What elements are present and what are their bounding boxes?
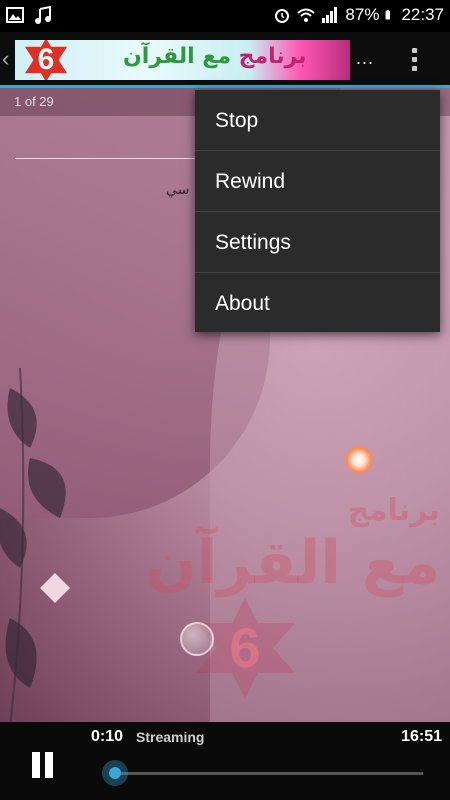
music-note-icon bbox=[35, 6, 51, 24]
image-icon bbox=[6, 7, 24, 23]
watermark-text: برنامج مع القرآن bbox=[40, 493, 440, 598]
more-vertical-icon[interactable] bbox=[402, 44, 426, 76]
menu-item-about[interactable]: About bbox=[195, 273, 440, 334]
banner-title-pink: برنامج bbox=[238, 44, 307, 69]
reciter-name: سي bbox=[166, 182, 190, 198]
wifi-icon bbox=[297, 8, 316, 22]
app-banner-logo[interactable]: 6 برنامج مع القرآن bbox=[15, 40, 350, 80]
status-left bbox=[6, 6, 52, 24]
seek-thumb[interactable] bbox=[102, 760, 128, 786]
battery-percent: 87% bbox=[345, 5, 380, 24]
seek-bar[interactable] bbox=[115, 772, 423, 775]
alarm-icon bbox=[275, 9, 290, 23]
divider bbox=[15, 158, 205, 159]
menu-item-settings[interactable]: Settings bbox=[195, 212, 440, 273]
stream-status: Streaming bbox=[136, 729, 205, 745]
watermark-line2: مع القرآن bbox=[145, 528, 440, 598]
clock: 22:37 bbox=[401, 5, 444, 24]
player-bar: 0:10 Streaming 16:51 bbox=[0, 722, 450, 800]
pause-icon[interactable] bbox=[30, 752, 56, 778]
bubble-decoration bbox=[180, 622, 214, 656]
banner-number: 6 bbox=[25, 40, 67, 80]
action-bar: ‹ 6 برنامج مع القرآن ... bbox=[0, 32, 450, 88]
chevron-left-icon[interactable]: ‹ bbox=[2, 46, 9, 72]
banner-title-green: مع القرآن bbox=[123, 44, 231, 69]
watermark-line1: برنامج bbox=[347, 493, 440, 528]
title-ellipsis: ... bbox=[356, 48, 375, 68]
sparkle-decoration bbox=[345, 446, 373, 474]
battery-icon bbox=[386, 10, 391, 20]
overflow-menu: Stop Rewind Settings About bbox=[195, 90, 440, 332]
current-time: 0:10 bbox=[91, 728, 124, 745]
menu-item-rewind[interactable]: Rewind bbox=[195, 151, 440, 212]
total-time: 16:51 bbox=[401, 728, 442, 745]
status-bar: 87% 22:37 bbox=[0, 0, 450, 32]
status-right: 87% 22:37 bbox=[273, 5, 444, 25]
banner-title: برنامج مع القرآن bbox=[123, 44, 307, 69]
signal-icon bbox=[322, 7, 338, 23]
pager-label: 1 of 29 bbox=[14, 94, 54, 109]
menu-item-stop[interactable]: Stop bbox=[195, 90, 440, 151]
